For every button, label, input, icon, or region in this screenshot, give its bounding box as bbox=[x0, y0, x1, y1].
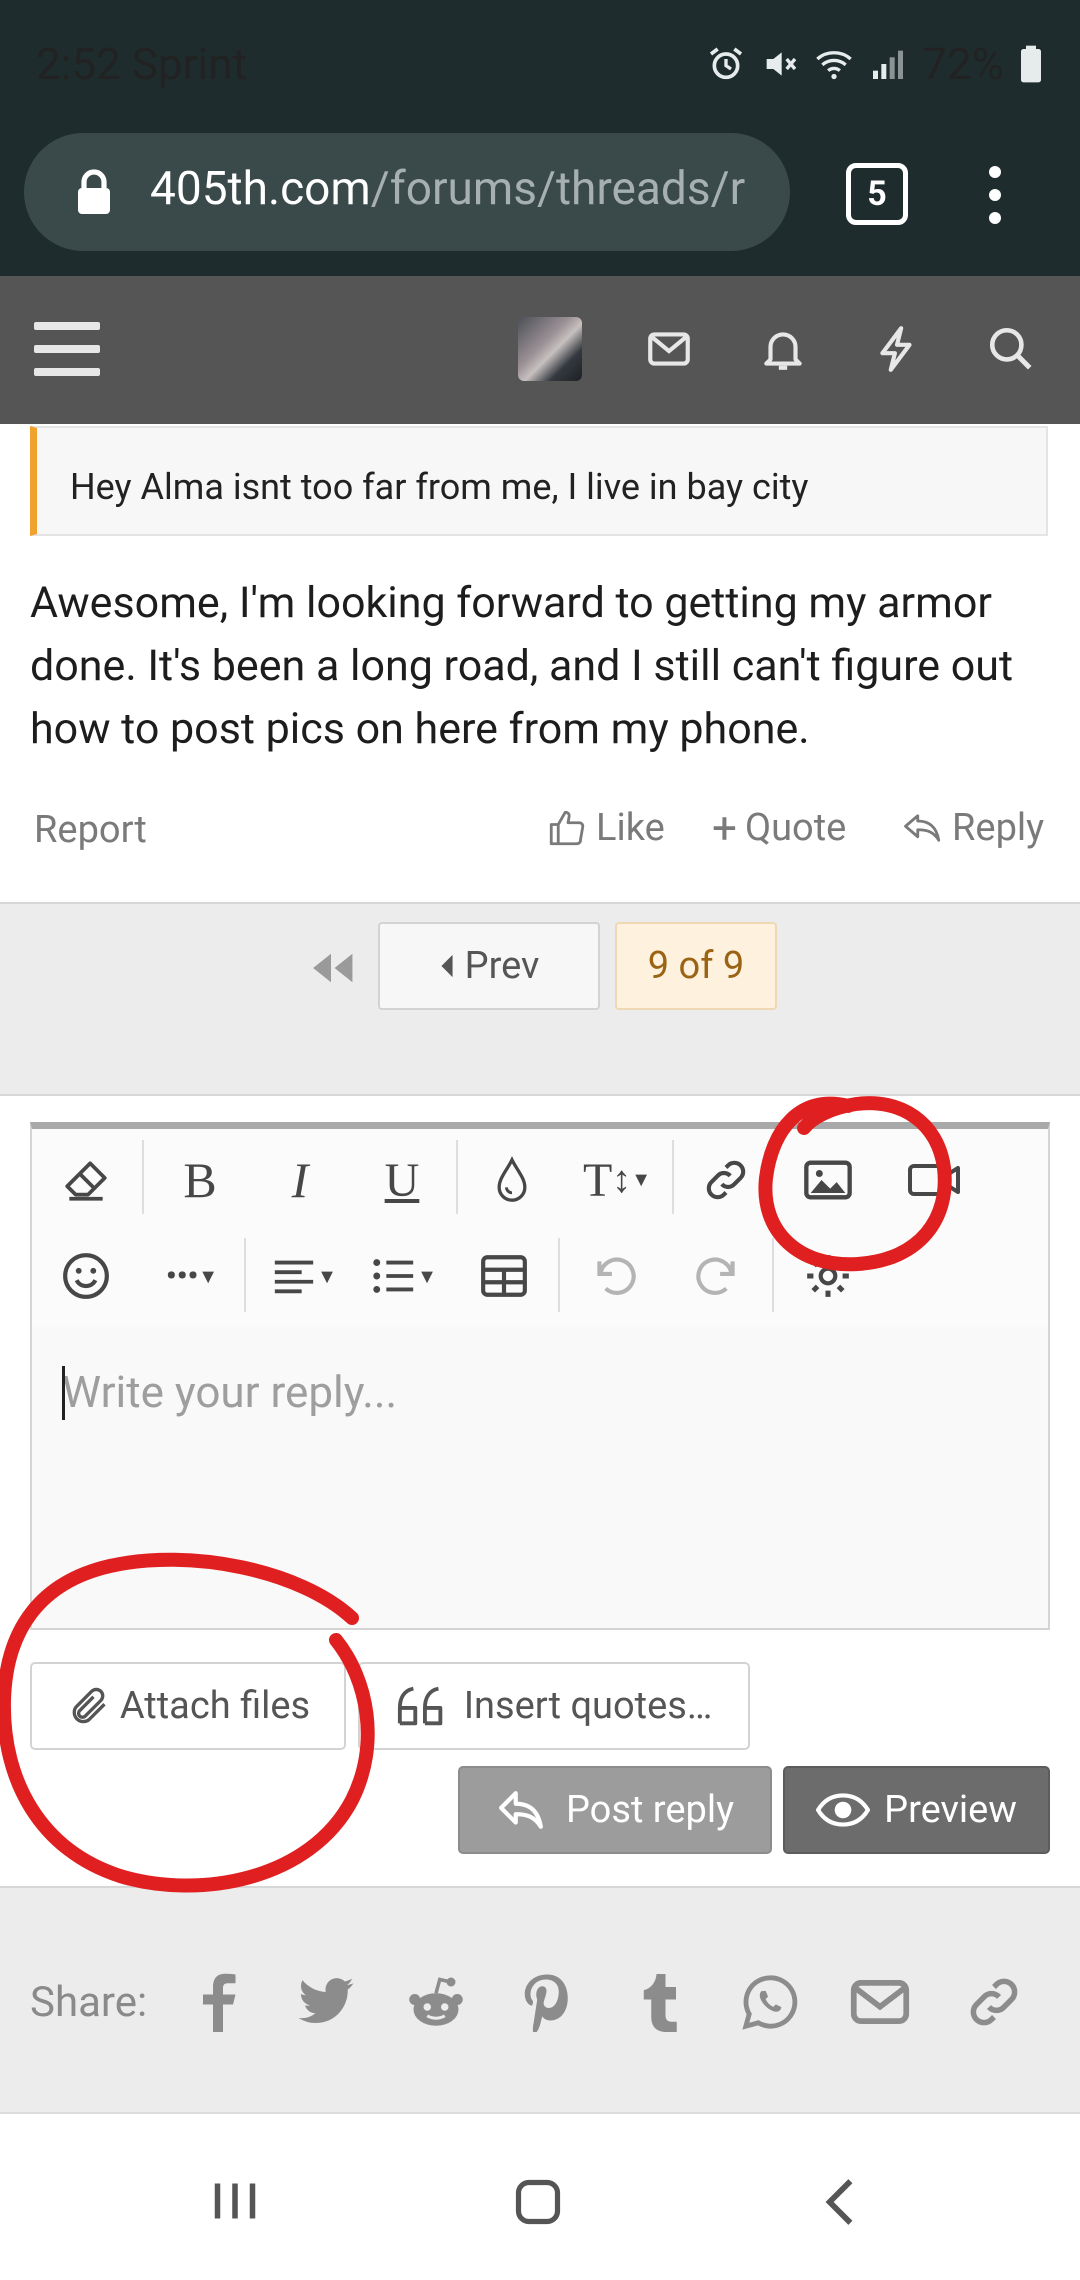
post-body: Awesome, I'm looking forward to getting … bbox=[30, 578, 1014, 754]
caret-left-icon bbox=[441, 954, 453, 978]
battery-icon bbox=[1021, 45, 1041, 83]
preview-button[interactable]: Preview bbox=[783, 1766, 1050, 1854]
video-icon[interactable] bbox=[904, 1150, 964, 1210]
url-text[interactable]: 405th.com/forums/threads/r bbox=[150, 162, 760, 216]
text-caret bbox=[62, 1366, 65, 1420]
browser-menu-icon[interactable] bbox=[980, 160, 1010, 230]
current-page-indicator[interactable]: 9 of 9 bbox=[615, 922, 777, 1010]
table-icon[interactable] bbox=[474, 1246, 534, 1306]
italic-icon[interactable]: I bbox=[270, 1150, 330, 1210]
attach-files-label: Attach files bbox=[119, 1684, 311, 1728]
reply-placeholder: Write your reply... bbox=[62, 1366, 398, 1418]
quote-marks-icon bbox=[397, 1686, 442, 1726]
bold-icon[interactable]: B bbox=[170, 1150, 230, 1210]
like-label: Like bbox=[596, 806, 665, 850]
reply-label: Reply bbox=[952, 806, 1045, 850]
image-icon[interactable] bbox=[798, 1150, 858, 1210]
url-path: /forums/threads/r bbox=[370, 162, 746, 216]
first-page-icon[interactable] bbox=[306, 950, 356, 986]
status-time: 2:52 Sprint bbox=[36, 38, 247, 90]
prev-label: Prev bbox=[464, 944, 540, 988]
attach-files-button[interactable]: Attach files bbox=[30, 1662, 346, 1750]
home-icon[interactable] bbox=[512, 2176, 564, 2228]
whats-new-icon[interactable] bbox=[872, 324, 922, 374]
quote-label: Quote bbox=[744, 806, 847, 850]
lock-icon bbox=[78, 169, 110, 214]
battery-percent: 72% bbox=[922, 38, 1004, 90]
url-host: 405th.com bbox=[150, 162, 371, 216]
insert-quotes-button[interactable]: Insert quotes… bbox=[358, 1662, 750, 1750]
alarm-icon bbox=[710, 47, 743, 80]
pinterest-icon[interactable] bbox=[514, 1970, 578, 2034]
facebook-icon[interactable] bbox=[186, 1970, 250, 2034]
reply-arrow-icon bbox=[498, 1791, 543, 1829]
prev-page-button[interactable]: Prev bbox=[378, 922, 600, 1010]
inbox-icon[interactable] bbox=[644, 324, 694, 374]
hamburger-menu-icon[interactable] bbox=[34, 322, 100, 376]
text-color-icon[interactable] bbox=[482, 1150, 542, 1210]
font-size-icon[interactable]: T ↕ ▼ bbox=[576, 1150, 658, 1210]
eraser-icon[interactable] bbox=[56, 1150, 116, 1210]
whatsapp-icon[interactable] bbox=[738, 1970, 802, 2034]
reddit-icon[interactable] bbox=[404, 1970, 468, 2034]
undo-icon[interactable] bbox=[584, 1246, 644, 1306]
post-reply-button[interactable]: Post reply bbox=[458, 1766, 772, 1854]
thumbs-up-icon bbox=[549, 810, 585, 846]
list-icon[interactable]: ▼ bbox=[362, 1246, 446, 1306]
tumblr-icon[interactable] bbox=[628, 1970, 692, 2034]
wifi-icon bbox=[816, 51, 853, 80]
signal-icon bbox=[873, 50, 904, 79]
android-nav-bar bbox=[0, 2136, 1080, 2280]
smilie-icon[interactable] bbox=[56, 1246, 116, 1306]
recent-apps-icon[interactable] bbox=[210, 2176, 260, 2226]
reply-button[interactable]: Reply bbox=[902, 806, 1044, 850]
paperclip-icon bbox=[72, 1687, 106, 1724]
share-card-edge bbox=[0, 2112, 1080, 2128]
email-icon[interactable] bbox=[848, 1970, 912, 2034]
settings-icon[interactable] bbox=[798, 1246, 858, 1306]
eye-icon bbox=[816, 1793, 871, 1827]
quote-text: Hey Alma isnt too far from me, I live in… bbox=[70, 466, 809, 508]
insert-quotes-label: Insert quotes… bbox=[463, 1684, 713, 1728]
like-button[interactable]: Like bbox=[546, 806, 665, 850]
align-icon[interactable]: ▼ bbox=[262, 1246, 346, 1306]
quote-button[interactable]: + Quote bbox=[712, 806, 846, 850]
reply-icon bbox=[904, 814, 941, 842]
post-reply-label: Post reply bbox=[565, 1788, 735, 1832]
link-icon[interactable] bbox=[696, 1150, 756, 1210]
redo-icon[interactable] bbox=[688, 1246, 748, 1306]
back-icon[interactable] bbox=[818, 2176, 862, 2228]
twitter-icon[interactable] bbox=[294, 1970, 358, 2034]
mute-icon bbox=[766, 52, 797, 76]
search-icon[interactable] bbox=[986, 324, 1036, 374]
plus-icon: + bbox=[712, 802, 737, 854]
user-avatar[interactable] bbox=[518, 317, 582, 381]
more-icon[interactable]: ••• ▼ bbox=[150, 1246, 234, 1306]
underline-icon[interactable]: U bbox=[372, 1150, 432, 1210]
report-link[interactable]: Report bbox=[34, 808, 147, 852]
status-icons: 72% bbox=[706, 38, 1044, 90]
copy-link-icon[interactable] bbox=[962, 1970, 1026, 2034]
tab-switcher-button[interactable]: 5 bbox=[846, 163, 908, 225]
bell-icon[interactable] bbox=[758, 324, 808, 374]
preview-label: Preview bbox=[884, 1788, 1017, 1832]
share-label: Share: bbox=[30, 1978, 148, 2027]
